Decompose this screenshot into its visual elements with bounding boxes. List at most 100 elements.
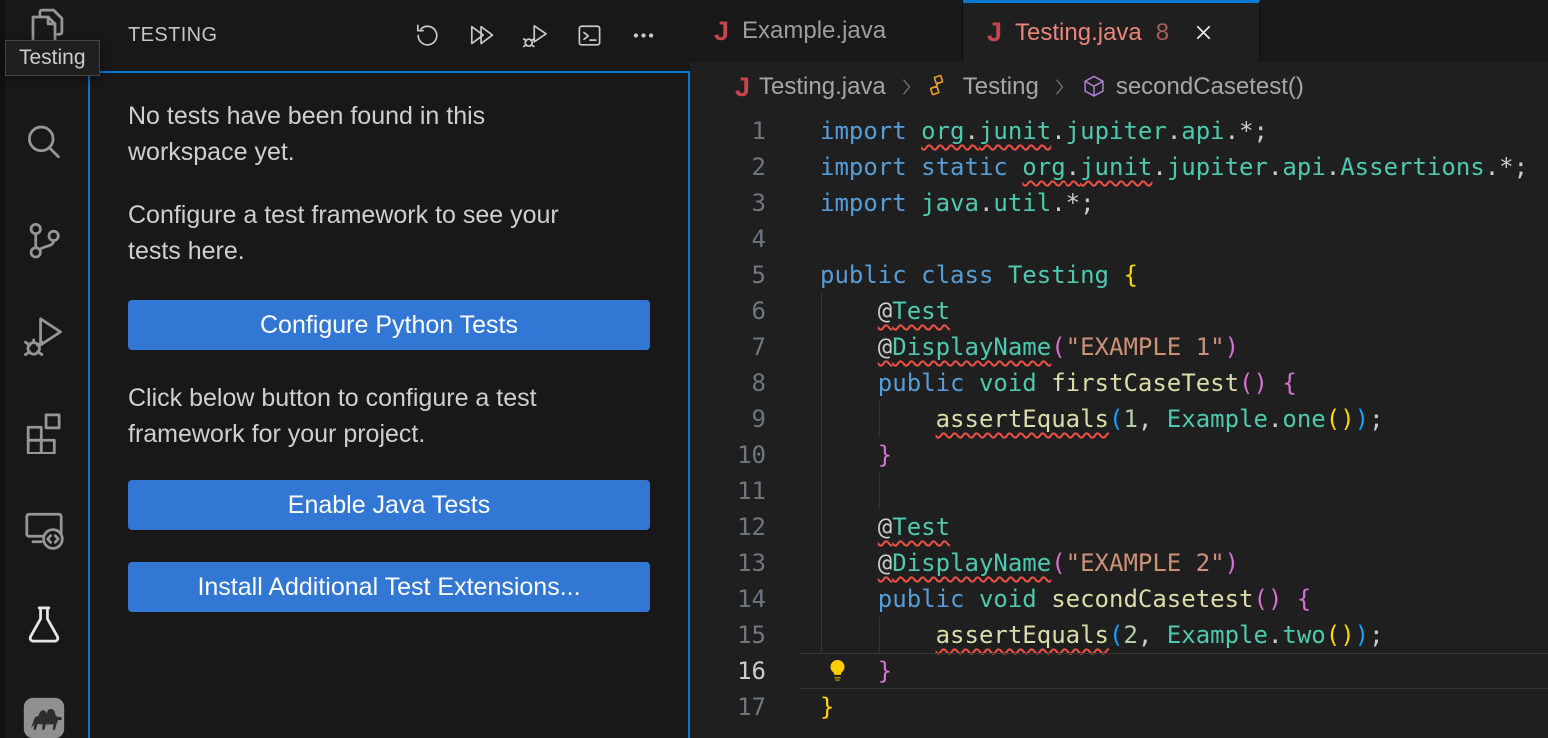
code-token: .*; <box>1051 189 1094 217</box>
line-number[interactable]: 4 <box>690 221 800 257</box>
line-number[interactable]: 15 <box>690 617 800 653</box>
breadcrumb-label: Testing.java <box>759 73 886 101</box>
line-content[interactable]: public void secondCasetest() { <box>800 581 1548 617</box>
line-number[interactable]: 1 <box>690 113 800 149</box>
line-content[interactable]: assertEquals(2, Example.two()); <box>800 617 1548 653</box>
activity-item-search[interactable] <box>0 119 88 167</box>
breadcrumb-item-Testing[interactable]: Testing <box>928 73 1039 101</box>
code-token <box>820 513 878 541</box>
code-line-6: 6 @Test <box>690 293 1548 329</box>
chevron-right-icon <box>1050 77 1070 97</box>
line-number[interactable]: 7 <box>690 329 800 365</box>
code-token: () <box>1254 585 1283 613</box>
java-file-icon: J <box>987 19 1002 46</box>
activity-item-remote-explorer[interactable] <box>0 504 88 552</box>
run-debug-icon <box>22 314 66 358</box>
code-token <box>1109 261 1123 289</box>
line-number[interactable]: 3 <box>690 185 800 221</box>
line-number[interactable]: 11 <box>690 473 800 509</box>
activity-bar <box>0 0 88 738</box>
code-token: secondCasetest <box>1051 585 1253 613</box>
line-number[interactable]: 14 <box>690 581 800 617</box>
line-number[interactable]: 6 <box>690 293 800 329</box>
code-token: } <box>878 657 892 685</box>
code-token: } <box>820 693 834 721</box>
line-content[interactable]: public void firstCaseTest() { <box>800 365 1548 401</box>
line-content[interactable]: } <box>800 689 1548 725</box>
code-token <box>1282 585 1296 613</box>
code-token: Test <box>892 297 950 325</box>
tab-Example.java[interactable]: JExample.java <box>690 0 963 62</box>
more-button[interactable] <box>630 22 657 49</box>
line-content[interactable]: } <box>800 437 1548 473</box>
activity-item-camel[interactable] <box>0 694 88 738</box>
line-number[interactable]: 10 <box>690 437 800 473</box>
no-tests-message: No tests have been found in this workspa… <box>128 98 650 170</box>
tab-bar: JExample.javaJTesting.java8 <box>690 0 1548 62</box>
tab-Testing.java[interactable]: JTesting.java8 <box>963 0 1260 62</box>
configure-python-tests-button[interactable]: Configure Python Tests <box>128 300 650 350</box>
activity-item-extensions[interactable] <box>0 408 88 456</box>
code-line-11: 11 <box>690 473 1548 509</box>
line-content[interactable]: import org.junit.jupiter.api.*; <box>800 113 1548 149</box>
java-file-icon: J <box>735 74 750 101</box>
line-content[interactable]: @Test <box>800 509 1548 545</box>
code-token: api <box>1181 117 1224 145</box>
line-content[interactable]: @DisplayName("EXAMPLE 2") <box>800 545 1548 581</box>
line-content[interactable]: assertEquals(1, Example.one()); <box>800 401 1548 437</box>
line-content[interactable]: } <box>800 653 1548 689</box>
breadcrumb-item-secondCasetest-[interactable]: secondCasetest() <box>1081 73 1304 101</box>
indent-guide <box>821 365 822 401</box>
chevron-right-icon <box>897 77 917 97</box>
code-token: @ <box>878 297 892 325</box>
line-number[interactable]: 8 <box>690 365 800 401</box>
debug-run-button[interactable] <box>522 22 549 49</box>
line-number[interactable]: 13 <box>690 545 800 581</box>
line-number[interactable]: 17 <box>690 689 800 725</box>
activity-item-beaker[interactable] <box>0 601 88 649</box>
debug-run-icon <box>522 22 549 49</box>
line-content[interactable]: import static org.junit.jupiter.api.Asse… <box>800 149 1548 185</box>
breadcrumb-item-Testing-java[interactable]: J Testing.java <box>735 73 886 101</box>
code-line-8: 8 public void firstCaseTest() { <box>690 365 1548 401</box>
indent-guide <box>821 437 822 473</box>
code-token: DisplayName <box>892 333 1051 361</box>
error-squiggle: @Test <box>878 513 950 541</box>
lightbulb-icon[interactable] <box>824 657 851 684</box>
code-token: } <box>878 441 892 469</box>
line-number[interactable]: 2 <box>690 149 800 185</box>
code-token: .*; <box>1485 153 1528 181</box>
activity-item-run-debug[interactable] <box>0 312 88 360</box>
run-all-icon <box>468 22 495 49</box>
line-number[interactable]: 12 <box>690 509 800 545</box>
problems-badge: 8 <box>1156 19 1169 47</box>
indent-guide <box>879 401 880 437</box>
indent-guide <box>821 617 822 653</box>
code-token: ( <box>1051 333 1065 361</box>
code-line-12: 12 @Test <box>690 509 1548 545</box>
code-token: import <box>820 117 921 145</box>
code-token: . <box>1051 117 1065 145</box>
terminal-button[interactable] <box>576 22 603 49</box>
line-content[interactable]: @Test <box>800 293 1548 329</box>
line-content[interactable] <box>800 221 1548 257</box>
refresh-button[interactable] <box>414 22 441 49</box>
line-number[interactable]: 16 <box>690 653 800 689</box>
enable-java-tests-button[interactable]: Enable Java Tests <box>128 480 650 530</box>
line-content[interactable]: import java.util.*; <box>800 185 1548 221</box>
run-all-button[interactable] <box>468 22 495 49</box>
line-content[interactable] <box>800 473 1548 509</box>
code-token: . <box>1268 621 1282 649</box>
code-token: api <box>1282 153 1325 181</box>
line-number[interactable]: 5 <box>690 257 800 293</box>
install-test-extensions-button[interactable]: Install Additional Test Extensions... <box>128 562 650 612</box>
refresh-icon <box>414 22 441 49</box>
code-token: , <box>1138 405 1167 433</box>
line-content[interactable]: @DisplayName("EXAMPLE 1") <box>800 329 1548 365</box>
line-number[interactable]: 9 <box>690 401 800 437</box>
activity-item-source-control[interactable] <box>0 216 88 264</box>
code-token: , <box>1138 621 1167 649</box>
close-icon[interactable] <box>1192 21 1215 44</box>
line-content[interactable]: public class Testing { <box>800 257 1548 293</box>
configure-framework-message: Configure a test framework to see your t… <box>128 197 650 269</box>
